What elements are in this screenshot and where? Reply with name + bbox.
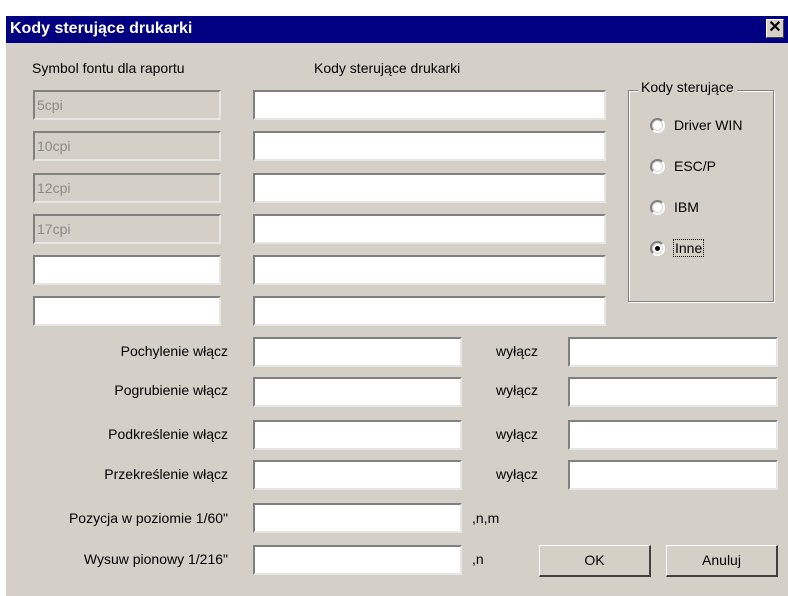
control-codes-header: Kody sterujące drukarki xyxy=(314,60,461,76)
radio-label-ibm[interactable]: IBM xyxy=(674,199,699,215)
italic-on-label: Pochylenie włącz xyxy=(120,343,228,359)
control-code-field-4[interactable] xyxy=(253,214,606,244)
control-code-field-6[interactable] xyxy=(253,296,606,326)
radio-escp[interactable] xyxy=(650,159,665,174)
strikethrough-off-field[interactable] xyxy=(568,460,778,490)
ok-button[interactable]: OK xyxy=(539,545,651,577)
radio-ibm[interactable] xyxy=(650,200,665,215)
horizontal-position-label: Pozycja w poziomie 1/60" xyxy=(68,510,228,526)
vertical-feed-field[interactable] xyxy=(253,545,462,575)
window-title: Kody sterujące drukarki xyxy=(10,20,193,37)
cancel-button[interactable]: Anuluj xyxy=(666,545,778,577)
title-bar[interactable]: Kody sterujące drukarki ✕ xyxy=(6,16,788,43)
control-code-field-1[interactable] xyxy=(253,90,606,120)
radio-label-driver-win[interactable]: Driver WIN xyxy=(674,117,742,133)
strikethrough-on-field[interactable] xyxy=(253,460,462,490)
bold-on-label: Pogrubienie włącz xyxy=(114,382,228,398)
close-icon: ✕ xyxy=(768,19,782,36)
italic-off-label: wyłącz xyxy=(496,343,539,359)
bold-off-label: wyłącz xyxy=(496,382,539,398)
underline-on-field[interactable] xyxy=(253,420,462,450)
strikethrough-on-label: Przekreślenie włącz xyxy=(104,466,228,482)
font-symbol-field-12cpi xyxy=(33,173,221,203)
font-symbol-field-10cpi xyxy=(33,131,221,161)
radio-inne[interactable] xyxy=(650,241,665,256)
control-codes-group-title: Kody sterujące xyxy=(638,79,737,95)
font-symbol-field-17cpi xyxy=(33,214,221,244)
font-symbol-field-custom-1[interactable] xyxy=(33,255,221,285)
horizontal-position-suffix: ,n,m xyxy=(472,510,500,526)
horizontal-position-field[interactable] xyxy=(253,503,462,533)
underline-on-label: Podkreślenie włącz xyxy=(108,426,228,442)
printer-codes-dialog: Kody sterujące drukarki ✕ Symbol fontu d… xyxy=(6,16,788,596)
strikethrough-off-label: wyłącz xyxy=(496,466,539,482)
font-symbol-field-5cpi xyxy=(33,90,221,120)
bold-on-field[interactable] xyxy=(253,377,462,407)
control-code-field-3[interactable] xyxy=(253,173,606,203)
underline-off-label: wyłącz xyxy=(496,426,539,442)
control-code-field-2[interactable] xyxy=(253,131,606,161)
control-code-field-5[interactable] xyxy=(253,255,606,285)
font-symbol-header: Symbol fontu dla raportu xyxy=(32,60,185,76)
vertical-feed-label: Wysuw pionowy 1/216" xyxy=(83,551,228,567)
close-button[interactable]: ✕ xyxy=(766,19,784,38)
radio-label-escp[interactable]: ESC/P xyxy=(674,158,716,174)
font-symbol-field-custom-2[interactable] xyxy=(33,296,221,326)
radio-label-inne[interactable]: Inne xyxy=(672,239,705,257)
italic-off-field[interactable] xyxy=(568,337,778,367)
italic-on-field[interactable] xyxy=(253,337,462,367)
vertical-feed-suffix: ,n xyxy=(472,551,484,567)
underline-off-field[interactable] xyxy=(568,420,778,450)
bold-off-field[interactable] xyxy=(568,377,778,407)
radio-driver-win[interactable] xyxy=(650,118,665,133)
